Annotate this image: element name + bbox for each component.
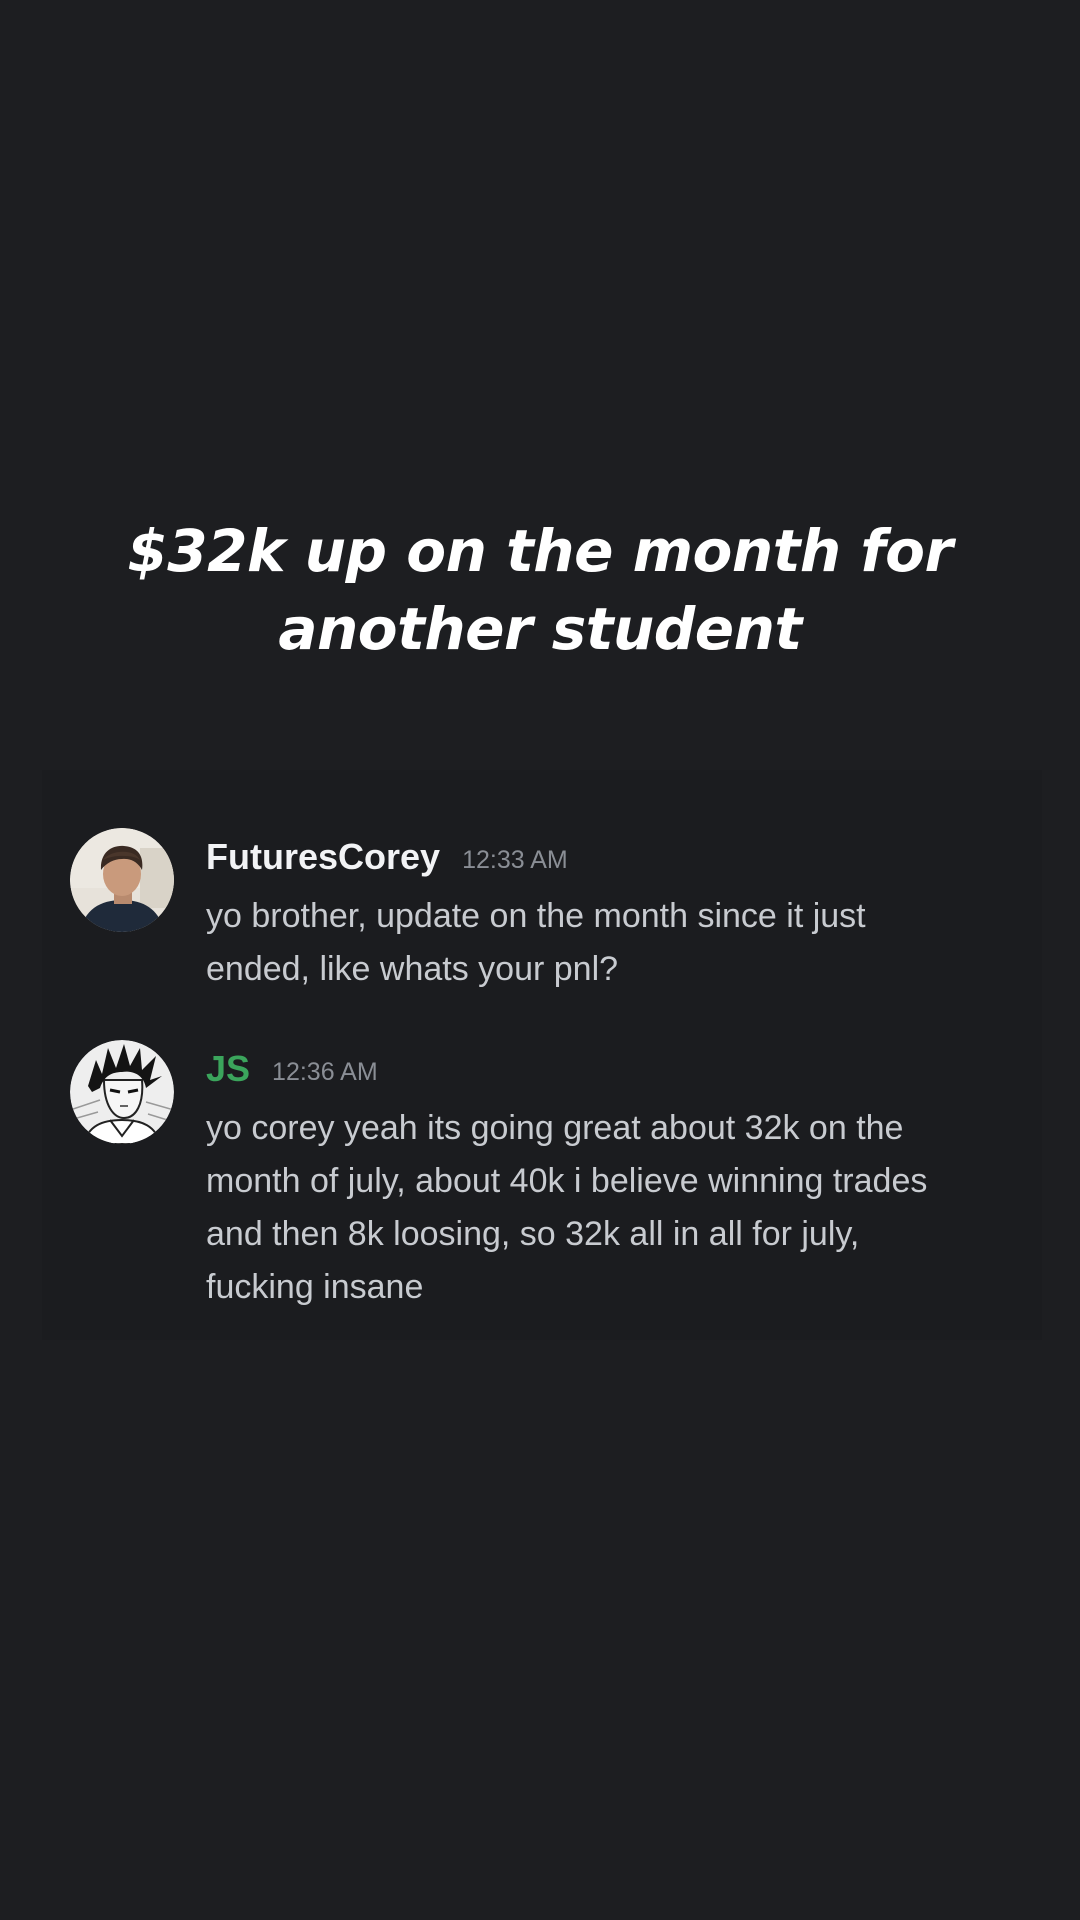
message-line: fucking insane: [206, 1268, 424, 1306]
message-header: JS 12:36 AM: [206, 1038, 1080, 1100]
username[interactable]: JS: [206, 1048, 250, 1090]
caption-line-2: another student: [278, 595, 802, 663]
message-header: FuturesCorey 12:33 AM: [206, 826, 1080, 888]
avatar[interactable]: [70, 1040, 174, 1144]
message-body: FuturesCorey 12:33 AM yo brother, update…: [206, 826, 1080, 996]
timestamp: 12:36 AM: [272, 1057, 378, 1086]
caption-overlay: $32k up on the month for another student: [0, 512, 1080, 668]
username[interactable]: FuturesCorey: [206, 836, 440, 878]
message-text: yo brother, update on the month since it…: [206, 890, 1080, 996]
message-body: JS 12:36 AM yo corey yeah its going grea…: [206, 1038, 1080, 1314]
caption-line-1: $32k up on the month for: [127, 517, 953, 585]
message-text: yo corey yeah its going great about 32k …: [206, 1102, 1080, 1314]
message-line: yo brother, update on the month since it…: [206, 897, 866, 935]
message-line: month of july, about 40k i believe winni…: [206, 1162, 928, 1200]
message-line: and then 8k loosing, so 32k all in all f…: [206, 1215, 860, 1253]
user-photo-avatar-icon: [70, 828, 174, 932]
timestamp: 12:33 AM: [462, 845, 568, 874]
message-line: yo corey yeah its going great about 32k …: [206, 1109, 904, 1147]
avatar[interactable]: [70, 828, 174, 932]
anime-sketch-avatar-icon: [70, 1040, 174, 1144]
message-line: ended, like whats your pnl?: [206, 950, 619, 988]
